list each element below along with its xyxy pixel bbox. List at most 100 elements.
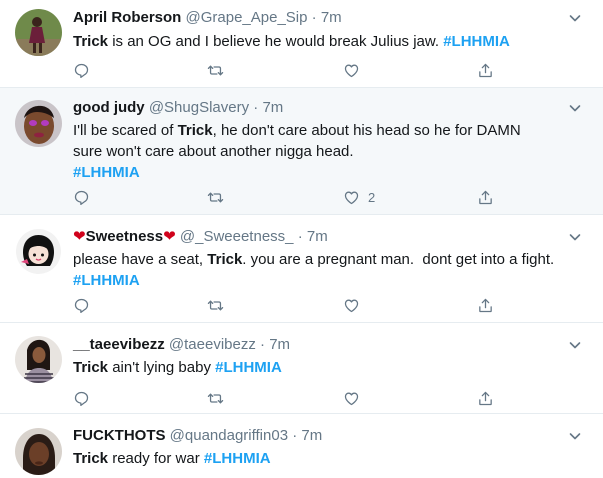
tweet[interactable]: good judy @ShugSlavery · 7m I'll be scar… (0, 88, 603, 215)
retweet-icon (207, 297, 224, 314)
tweet-body-pre: please have a seat, (73, 251, 208, 268)
like-button[interactable] (343, 388, 368, 408)
share-icon (477, 390, 494, 407)
caret-down-icon[interactable] (567, 100, 583, 116)
tweet-body: ready for war (108, 450, 204, 467)
tweet-header: __taeevibezz @taeevibezz · 7m (73, 335, 290, 355)
separator-dot: · (260, 336, 266, 353)
heart-emoji-icon: ❤ (163, 228, 176, 245)
tweet-text: Trick ain't lying baby #LHHMIA (73, 357, 573, 378)
avatar[interactable] (15, 100, 62, 147)
avatar[interactable] (15, 336, 62, 383)
avatar-image (15, 100, 62, 147)
tweet-header: FUCKTHOTS @quandagriffin03 · 7m (73, 426, 322, 446)
reply-button[interactable] (73, 187, 90, 207)
like-button[interactable] (343, 60, 368, 80)
tweet-header: April Roberson @Grape_Ape_Sip · 7m (73, 8, 342, 28)
display-name[interactable]: good judy (73, 99, 145, 116)
like-button[interactable] (343, 295, 368, 315)
retweet-button[interactable] (207, 60, 224, 80)
like-icon (343, 390, 360, 407)
share-button[interactable] (477, 187, 494, 207)
hashtag-link[interactable]: #LHHMIA (73, 272, 140, 289)
avatar-image (15, 228, 62, 275)
tweet-text: Trick is an OG and I believe he would br… (73, 31, 573, 52)
avatar[interactable] (15, 9, 62, 56)
retweet-button[interactable] (207, 388, 224, 408)
reply-icon (73, 62, 90, 79)
caret-down-icon[interactable] (567, 10, 583, 26)
caret-down-icon[interactable] (567, 428, 583, 444)
keyword-highlight: Trick (177, 122, 213, 139)
reply-button[interactable] (73, 295, 90, 315)
timestamp[interactable]: 7m (321, 9, 342, 26)
tweet[interactable]: __taeevibezz @taeevibezz · 7m Trick ain'… (0, 323, 603, 414)
share-icon (477, 62, 494, 79)
display-name[interactable]: __taeevibezz (73, 336, 165, 353)
tweet-text: Trick ready for war #LHHMIA (73, 448, 573, 469)
retweet-icon (207, 189, 224, 206)
reply-icon (73, 390, 90, 407)
reply-button[interactable] (73, 388, 90, 408)
keyword-highlight: Trick (73, 33, 109, 50)
caret-down-icon[interactable] (567, 229, 583, 245)
user-handle[interactable]: @_Sweeetness_ (180, 228, 294, 245)
like-button[interactable]: 2 (343, 187, 375, 207)
hashtag-link[interactable]: #LHHMIA (73, 164, 140, 181)
share-button[interactable] (477, 60, 494, 80)
timestamp[interactable]: 7m (301, 427, 322, 444)
user-handle[interactable]: @ShugSlavery (149, 99, 249, 116)
tweet-text: please have a seat, Trick. you are a pre… (73, 249, 573, 291)
user-handle[interactable]: @taeevibezz (169, 336, 256, 353)
tweet-actions (73, 388, 505, 408)
hashtag-link[interactable]: #LHHMIA (443, 33, 510, 50)
avatar-image (15, 428, 62, 475)
reply-icon (73, 297, 90, 314)
retweet-icon (207, 390, 224, 407)
user-handle[interactable]: @Grape_Ape_Sip (186, 9, 308, 26)
tweet[interactable]: ❤Sweetness❤ @_Sweeetness_ · 7m please ha… (0, 215, 603, 323)
timestamp[interactable]: 7m (307, 228, 328, 245)
heart-emoji-icon: ❤ (73, 228, 86, 245)
separator-dot: · (292, 427, 298, 444)
tweet-text: I'll be scared of Trick, he don't care a… (73, 120, 543, 183)
tweet-body: ain't lying baby (108, 359, 216, 376)
hashtag-link[interactable]: #LHHMIA (215, 359, 282, 376)
keyword-highlight: Trick (73, 450, 109, 467)
avatar-image (15, 9, 62, 56)
reply-button[interactable] (73, 60, 90, 80)
like-count: 2 (368, 189, 376, 205)
timestamp[interactable]: 7m (262, 99, 283, 116)
share-button[interactable] (477, 295, 494, 315)
avatar-image (15, 336, 62, 383)
avatar[interactable] (15, 428, 62, 475)
caret-down-icon[interactable] (567, 337, 583, 353)
tweet-header: ❤Sweetness❤ @_Sweeetness_ · 7m (73, 227, 328, 247)
timestamp[interactable]: 7m (269, 336, 290, 353)
tweet-header: good judy @ShugSlavery · 7m (73, 98, 283, 118)
retweet-icon (207, 62, 224, 79)
keyword-highlight: Trick (207, 251, 243, 268)
tweet-body-pre: I'll be scared of (73, 122, 178, 139)
reply-icon (73, 189, 90, 206)
display-name[interactable]: Sweetness (86, 228, 164, 245)
retweet-button[interactable] (207, 295, 224, 315)
tweet[interactable]: FUCKTHOTS @quandagriffin03 · 7m Trick re… (0, 414, 603, 478)
like-icon (343, 189, 360, 206)
tweet-actions: 2 (73, 187, 505, 207)
display-name[interactable]: April Roberson (73, 9, 181, 26)
avatar[interactable] (15, 228, 62, 275)
tweet-body: is an OG and I believe he would break Ju… (108, 33, 444, 50)
like-icon (343, 62, 360, 79)
hashtag-link[interactable]: #LHHMIA (204, 450, 271, 467)
display-name[interactable]: FUCKTHOTS (73, 427, 166, 444)
keyword-highlight: Trick (73, 359, 109, 376)
tweet-actions (73, 60, 505, 80)
separator-dot: · (253, 99, 259, 116)
user-handle[interactable]: @quandagriffin03 (170, 427, 288, 444)
tweet-body: . you are a pregnant man. dont get into … (242, 251, 555, 268)
tweet[interactable]: April Roberson @Grape_Ape_Sip · 7m Trick… (0, 0, 603, 88)
retweet-button[interactable] (207, 187, 224, 207)
separator-dot: · (297, 228, 303, 245)
share-button[interactable] (477, 388, 494, 408)
